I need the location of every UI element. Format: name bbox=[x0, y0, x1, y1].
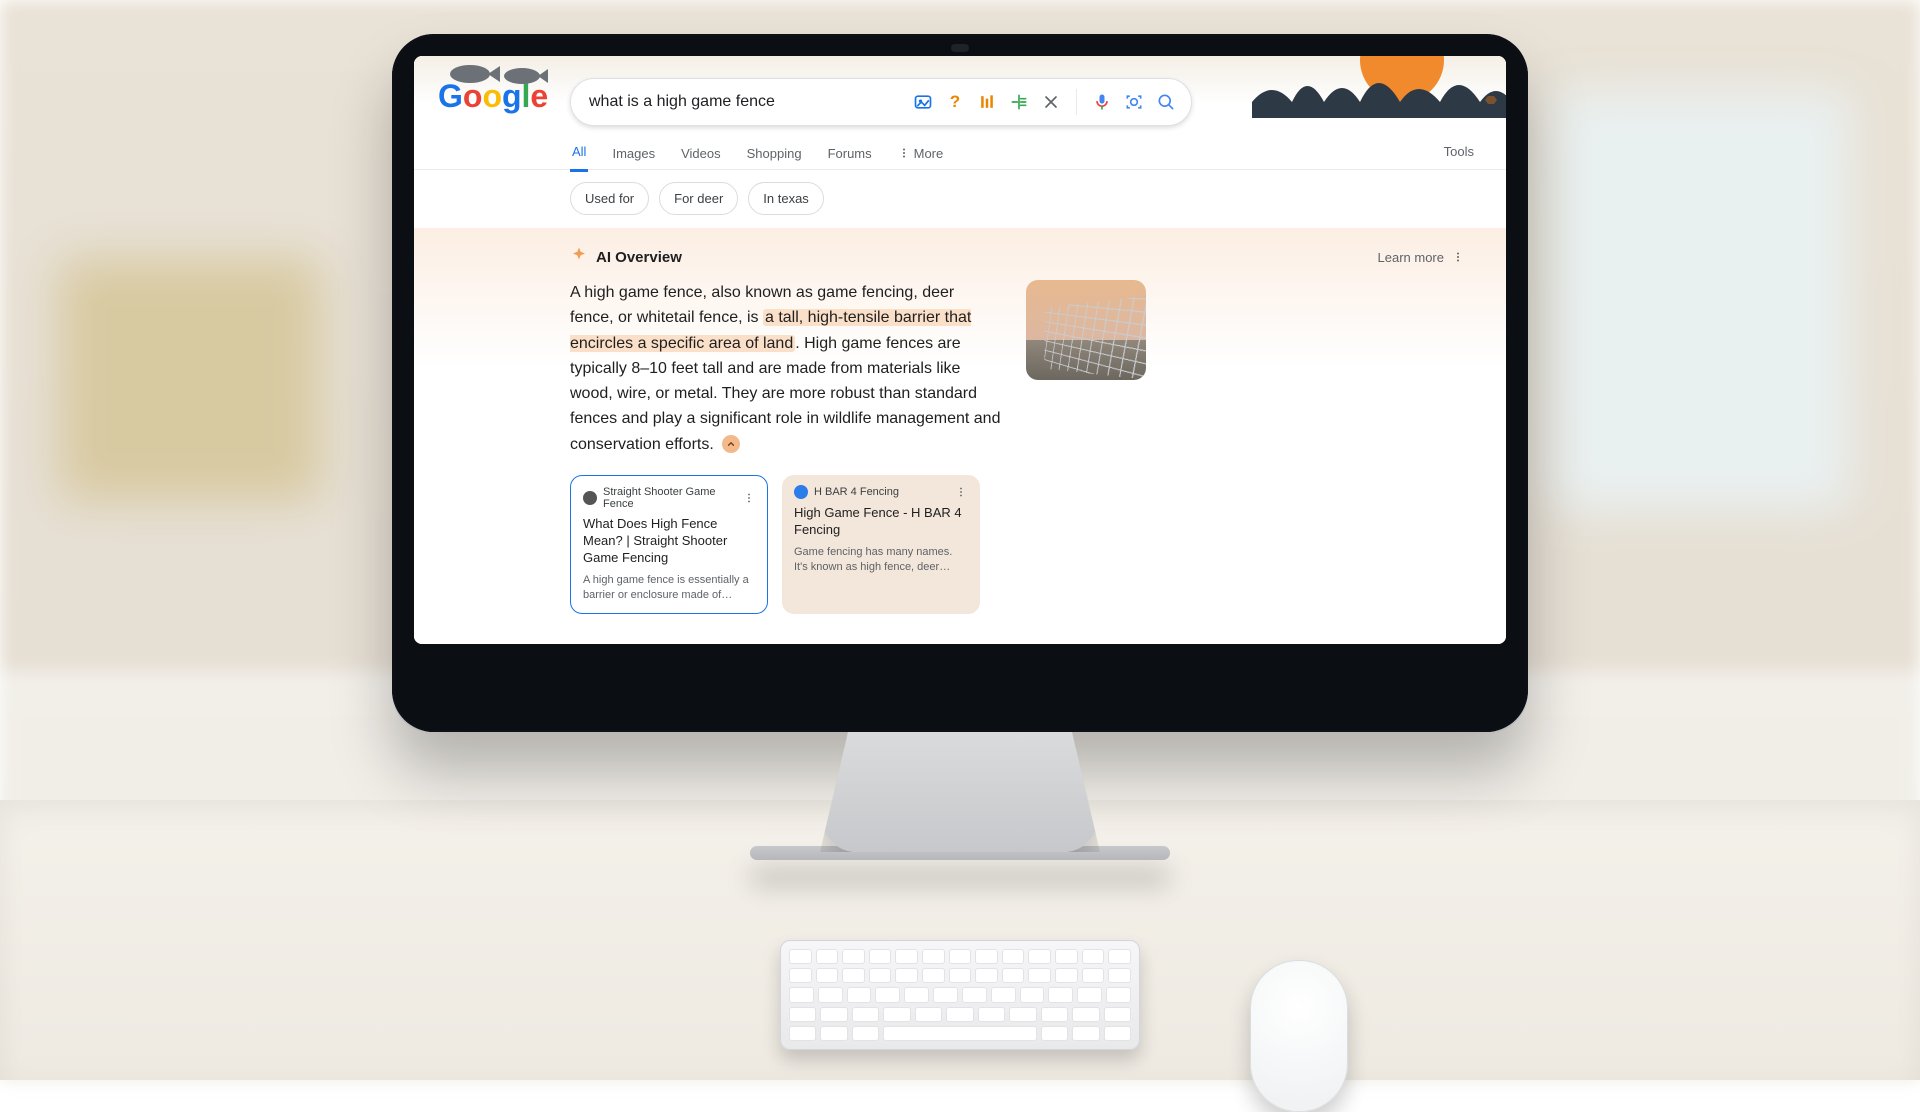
source-desc: Game fencing has many names. It's known … bbox=[794, 545, 968, 576]
tab-more[interactable]: More bbox=[896, 146, 946, 171]
ai-source-cards: Straight Shooter Game Fence What Does Hi… bbox=[570, 475, 1506, 614]
monitor-bezel: Google ? bbox=[392, 34, 1528, 732]
tab-all[interactable]: All bbox=[570, 144, 588, 172]
lens-icon[interactable] bbox=[1123, 91, 1145, 113]
image-chip-icon[interactable] bbox=[912, 91, 934, 113]
add-chip-icon[interactable] bbox=[1008, 91, 1030, 113]
search-bar[interactable]: ? bbox=[570, 78, 1192, 126]
separator bbox=[1076, 89, 1077, 115]
search-input[interactable] bbox=[571, 93, 912, 111]
chip-used-for[interactable]: Used for bbox=[570, 182, 649, 215]
imac-monitor: Google ? bbox=[392, 34, 1528, 860]
search-icon[interactable] bbox=[1155, 91, 1177, 113]
ai-overview-image[interactable] bbox=[1026, 280, 1146, 380]
webcam bbox=[951, 44, 969, 52]
mouse bbox=[1250, 960, 1348, 1112]
source-card[interactable]: Straight Shooter Game Fence What Does Hi… bbox=[570, 475, 768, 614]
screen: Google ? bbox=[414, 56, 1506, 644]
more-vert-icon[interactable] bbox=[1452, 251, 1464, 263]
equalizer-chip-icon[interactable] bbox=[976, 91, 998, 113]
more-vert-icon[interactable] bbox=[954, 485, 968, 499]
more-vert-icon bbox=[898, 147, 910, 159]
source-site: Straight Shooter Game Fence bbox=[603, 486, 736, 510]
source-card[interactable]: H BAR 4 Fencing High Game Fence - H BAR … bbox=[782, 475, 980, 614]
tab-forums[interactable]: Forums bbox=[826, 146, 874, 171]
tools-button[interactable]: Tools bbox=[1444, 144, 1474, 159]
sparkle-icon bbox=[570, 246, 588, 268]
source-title: What Does High Fence Mean? | Straight Sh… bbox=[583, 516, 755, 567]
source-site: H BAR 4 Fencing bbox=[814, 486, 899, 498]
search-icons: ? bbox=[912, 89, 1191, 115]
tab-images[interactable]: Images bbox=[610, 146, 657, 171]
ai-overview-header: AI Overview Learn more bbox=[570, 246, 1506, 268]
google-logo[interactable]: Google bbox=[438, 78, 547, 115]
clear-icon[interactable] bbox=[1040, 91, 1062, 113]
question-chip-icon[interactable]: ? bbox=[944, 91, 966, 113]
favicon-icon bbox=[794, 485, 808, 499]
result-tabs: All Images Videos Shopping Forums More bbox=[570, 144, 945, 172]
collapse-icon[interactable] bbox=[722, 435, 740, 453]
chip-in-texas[interactable]: In texas bbox=[748, 182, 824, 215]
ai-overview: AI Overview Learn more A high game fence… bbox=[414, 228, 1506, 644]
source-desc: A high game fence is essentially a barri… bbox=[583, 573, 755, 604]
source-title: High Game Fence - H BAR 4 Fencing bbox=[794, 505, 968, 539]
mic-icon[interactable] bbox=[1091, 91, 1113, 113]
ai-overview-title: AI Overview bbox=[596, 249, 682, 266]
refinement-chips: Used for For deer In texas bbox=[570, 182, 824, 215]
more-vert-icon[interactable] bbox=[742, 491, 755, 505]
ai-learn-more[interactable]: Learn more bbox=[1378, 250, 1464, 265]
fence-graphic bbox=[1044, 294, 1146, 380]
chip-for-deer[interactable]: For deer bbox=[659, 182, 738, 215]
keyboard bbox=[780, 940, 1140, 1050]
monitor-stand bbox=[820, 732, 1100, 852]
tab-shopping[interactable]: Shopping bbox=[745, 146, 804, 171]
tab-videos[interactable]: Videos bbox=[679, 146, 723, 171]
doodle-forest-icon bbox=[1252, 56, 1506, 118]
google-serp: Google ? bbox=[414, 56, 1506, 644]
favicon-icon bbox=[583, 491, 597, 505]
ai-overview-text: A high game fence, also known as game fe… bbox=[570, 280, 1002, 457]
ai-overview-body: A high game fence, also known as game fe… bbox=[570, 280, 1506, 457]
